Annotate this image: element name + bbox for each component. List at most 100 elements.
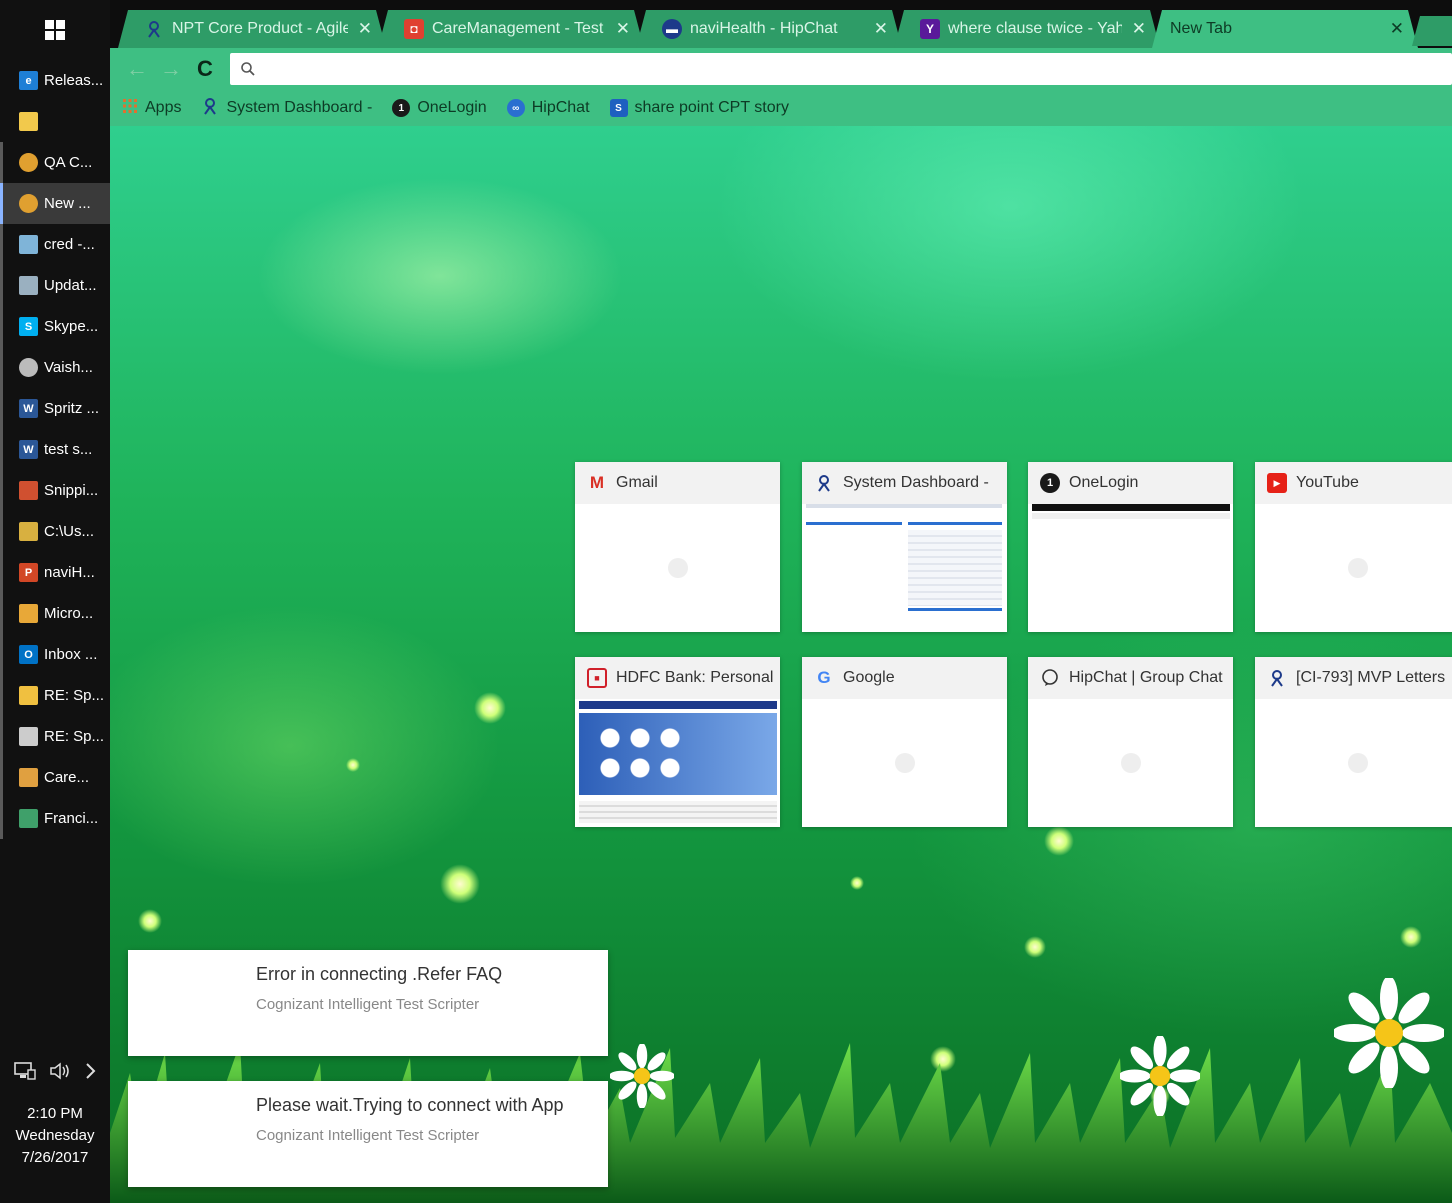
bookmark-onelogin[interactable]: 1 OneLogin [392,99,487,117]
file-explorer-icon [19,112,38,131]
bookmark-hipchat[interactable]: ∞ HipChat [506,99,590,117]
chevron-right-icon[interactable] [84,1062,96,1085]
taskbar-item[interactable] [0,101,110,142]
tab-navihealth-hipchat[interactable]: ▬ naviHealth - HipChat ✕ [636,10,902,48]
taskbar-item[interactable]: Franci... [0,798,110,839]
clock-date: 7/26/2017 [21,1149,89,1166]
start-button[interactable] [0,0,110,60]
word-icon: W [19,440,38,459]
most-visited-tile-ci-793[interactable]: [CI-793] MVP Letters [1255,657,1452,827]
system-tray: 2:10 PM Wednesday 7/26/2017 [0,1053,110,1203]
tab-strip: NPT Core Product - Agile ✕ ◘ CareManagem… [110,0,1452,50]
google-icon: G [817,668,831,687]
address-bar[interactable] [230,53,1452,85]
jira-icon [201,97,219,120]
folder-icon [19,522,38,541]
taskbar-item-label: Micro... [44,605,94,622]
tab-title: CareManagement - Test [432,20,604,37]
tab-title: naviHealth - HipChat [690,20,838,37]
taskbar-item-label: Updat... [44,277,97,294]
close-icon[interactable]: ✕ [874,19,888,39]
tab-yahoo-search[interactable]: Y where clause twice - Yahoo ✕ [894,10,1160,48]
most-visited-tile-hipchat[interactable]: HipChat | Group Chat [1028,657,1233,827]
clock-day: Wednesday [15,1127,95,1144]
notification-toast[interactable]: Error in connecting .Refer FAQ Cognizant… [128,950,608,1056]
most-visited-tile-gmail[interactable]: M Gmail [575,462,780,632]
notepad-icon [19,235,38,254]
network-icon[interactable] [14,1061,37,1085]
taskbar-item[interactable]: W Spritz ... [0,388,110,429]
taskbar-item[interactable]: e Releas... [0,60,110,101]
taskbar-item[interactable]: Snippi... [0,470,110,511]
tab-new-tab[interactable]: New Tab ✕ [1152,10,1418,48]
most-visited-tile-youtube[interactable]: ▶ YouTube [1255,462,1452,632]
mail-icon [19,727,38,746]
taskbar-item-label: test s... [44,441,93,458]
most-visited-tile-onelogin[interactable]: 1 OneLogin [1028,462,1233,632]
chrome-window: NPT Core Product - Agile ✕ ◘ CareManagem… [110,0,1452,1203]
hipchat-icon: ∞ [506,99,525,117]
apps-grid-icon [122,98,138,119]
powerpoint-icon: P [19,563,38,582]
volume-icon[interactable] [49,1061,71,1085]
onelogin-icon: 1 [392,99,411,117]
image-icon [19,768,38,787]
taskbar-item[interactable]: S Skype... [0,306,110,347]
bookmark-sharepoint[interactable]: S share point CPT story [609,99,789,117]
tile-title: System Dashboard - [843,474,989,491]
tile-title: HipChat | Group Chat [1069,669,1223,686]
outlook-icon: O [19,645,38,664]
most-visited-tile-hdfc-bank[interactable]: ■ HDFC Bank: Personal [575,657,780,827]
notification-toast[interactable]: Please wait.Trying to connect with App C… [128,1081,608,1187]
taskbar-item[interactable]: PnaviH... [0,552,110,593]
close-icon[interactable]: ✕ [1132,19,1146,39]
bookmark-system-dashboard[interactable]: System Dashboard - [201,97,372,120]
reload-icon[interactable]: C [188,52,222,86]
most-visited-tile-google[interactable]: G Google [802,657,1007,827]
tab-caremanagement[interactable]: ◘ CareManagement - Test ✕ [378,10,644,48]
close-icon[interactable]: ✕ [358,19,372,39]
taskbar-item[interactable]: Updat... [0,265,110,306]
jira-icon [144,19,164,39]
taskbar-item[interactable]: Micro... [0,593,110,634]
taskbar-items: e Releas... QA C... New ... cred -... Updat..… [0,60,110,839]
tile-title: [CI-793] MVP Letters [1296,669,1446,686]
bookmark-apps[interactable]: Apps [122,98,181,119]
address-input[interactable] [264,60,1452,78]
close-icon[interactable]: ✕ [1390,19,1404,39]
taskbar-item[interactable]: cred -... [0,224,110,265]
firefly-decoration [1044,826,1074,856]
taskbar-item[interactable]: O Inbox ... [0,634,110,675]
jira-icon [814,473,834,493]
hipchat-icon [1040,668,1060,688]
forward-arrow-icon[interactable]: → [154,52,188,86]
most-visited-tile-system-dashboard[interactable]: System Dashboard - [802,462,1007,632]
taskbar-item-label: Care... [44,769,90,786]
new-tab-button[interactable] [1412,16,1452,46]
jira-icon [1267,668,1287,688]
close-icon[interactable]: ✕ [616,19,630,39]
caremanagement-icon: ◘ [404,19,424,39]
taskbar-item[interactable]: Vaish... [0,347,110,388]
bookmarks-bar: Apps System Dashboard - 1 OneLogin ∞ Hip… [110,90,1452,126]
taskbar-item-label: Snippi... [44,482,99,499]
taskbar-item[interactable]: RE: Sp... [0,675,110,716]
spreadsheet-icon [19,809,38,828]
clock[interactable]: 2:10 PM Wednesday 7/26/2017 [0,1103,110,1169]
taskbar-item[interactable]: RE: Sp... [0,716,110,757]
taskbar-item[interactable]: QA C... [0,142,110,183]
taskbar-item[interactable]: C:\Us... [0,511,110,552]
back-arrow-icon[interactable]: ← [120,52,154,86]
new-tab-page: M Gmail System Dashboard - 1 OneLogin ▶ … [110,126,1452,1203]
taskbar-item[interactable]: New ... [0,183,110,224]
firefly-decoration [138,909,162,933]
taskbar-item[interactable]: Care... [0,757,110,798]
bookmark-label: share point CPT story [634,99,789,116]
page-thumbnail [802,504,1007,632]
tab-title: where clause twice - Yahoo [948,20,1122,37]
daisy-decoration [610,1044,674,1108]
yahoo-icon: Y [920,19,940,39]
tab-npt-core-product[interactable]: NPT Core Product - Agile ✕ [118,10,386,48]
taskbar-item[interactable]: Wtest s... [0,429,110,470]
taskbar-item-label: C:\Us... [44,523,95,540]
